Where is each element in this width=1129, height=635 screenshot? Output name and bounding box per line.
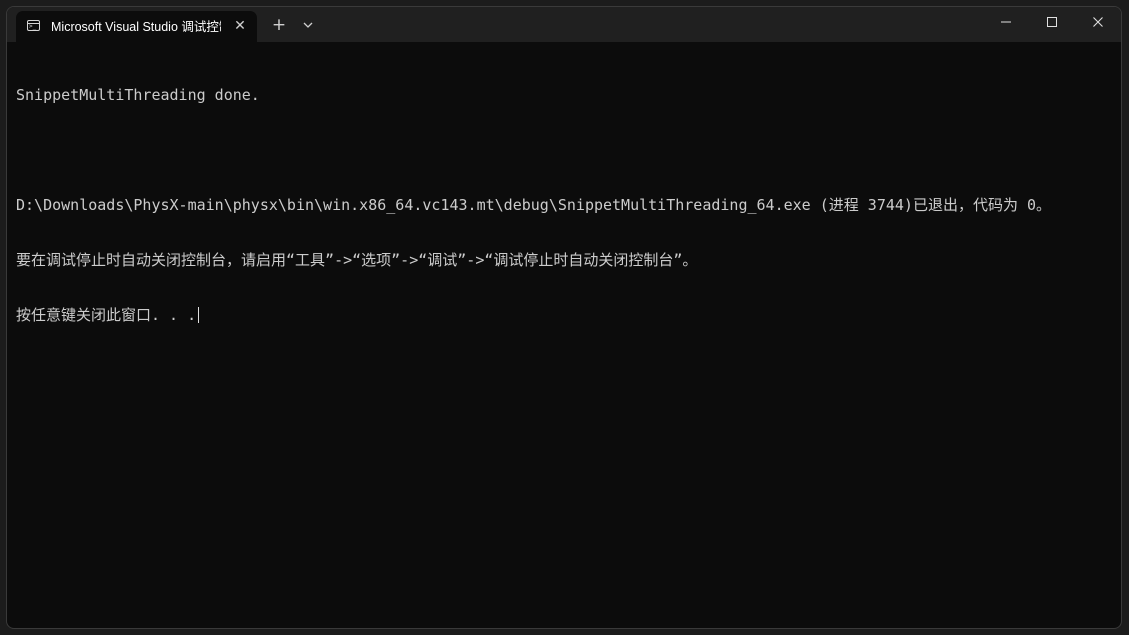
close-button[interactable]: [1075, 7, 1121, 37]
terminal-line-text: 按任意键关闭此窗口. . .: [16, 306, 197, 324]
tab-dropdown-button[interactable]: [297, 13, 319, 37]
terminal-output[interactable]: SnippetMultiThreading done. D:\Downloads…: [16, 50, 1116, 361]
chevron-down-icon: [303, 22, 313, 28]
terminal-line: SnippetMultiThreading done.: [16, 86, 260, 104]
minimize-icon: [1001, 21, 1011, 23]
close-icon: [1093, 17, 1103, 27]
text-cursor: [198, 307, 200, 323]
terminal-window: >_ Microsoft Visual Studio 调试控制台 ✕ +: [6, 6, 1122, 629]
terminal-line: 要在调试停止时自动关闭控制台，请启用“工具”->“选项”->“调试”->“调试停…: [16, 251, 698, 269]
title-bar[interactable]: >_ Microsoft Visual Studio 调试控制台 ✕ +: [7, 7, 1121, 42]
minimize-button[interactable]: [983, 7, 1029, 37]
tab-close-button[interactable]: ✕: [231, 17, 249, 35]
terminal-icon: >_: [27, 20, 40, 31]
terminal-prompt-line: 按任意键关闭此窗口. . .: [16, 306, 1116, 325]
tab-debug-console[interactable]: >_ Microsoft Visual Studio 调试控制台 ✕: [16, 11, 257, 42]
maximize-button[interactable]: [1029, 7, 1075, 37]
new-tab-button[interactable]: +: [267, 13, 291, 37]
terminal-line: D:\Downloads\PhysX-main\physx\bin\win.x8…: [16, 196, 1052, 214]
maximize-icon: [1047, 17, 1057, 27]
tab-title: Microsoft Visual Studio 调试控制台: [51, 20, 221, 34]
